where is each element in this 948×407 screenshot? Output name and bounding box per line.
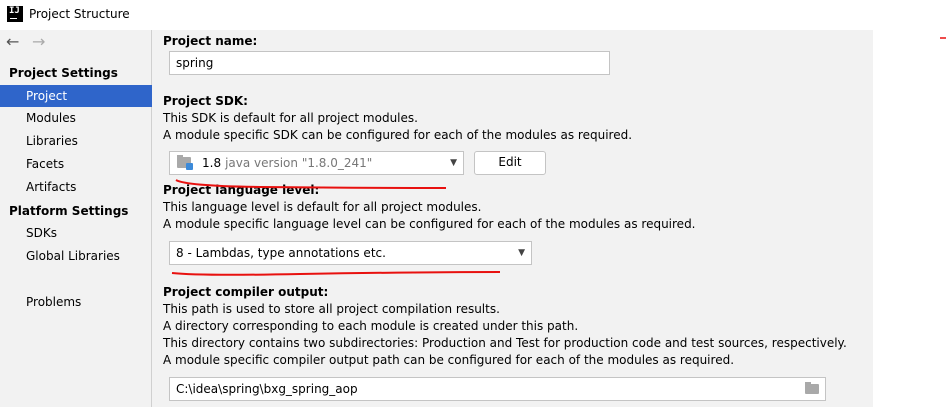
compiler-output-path: C:\idea\spring\bxg_spring_aop (176, 382, 358, 396)
jdk-folder-icon (177, 155, 193, 170)
project-settings-panel: Project name: spring Project SDK: This S… (153, 30, 873, 407)
window-title: Project Structure (29, 7, 130, 21)
sdk-version: 1.8 (202, 156, 222, 170)
compiler-output-path-input[interactable]: C:\idea\spring\bxg_spring_aop (169, 377, 826, 401)
sidebar-item-artifacts[interactable]: Artifacts (0, 176, 152, 198)
sidebar-item-project[interactable]: Project (0, 85, 152, 107)
chevron-down-icon: ▼ (518, 248, 525, 258)
section-platform-settings: Platform Settings (9, 204, 129, 218)
edit-sdk-button[interactable]: Edit (474, 151, 546, 175)
language-level-value: 8 - Lambdas, type annotations etc. (176, 246, 386, 260)
compiler-output-label: Project compiler output: (163, 285, 329, 299)
sidebar-item-modules[interactable]: Modules (0, 107, 152, 129)
sidebar-item-facets[interactable]: Facets (0, 153, 152, 175)
compiler-output-desc-1: This path is used to store all project c… (163, 302, 500, 316)
title-bar: IJ Project Structure (0, 0, 873, 30)
sidebar: ← → Project Settings Project Modules Lib… (0, 30, 152, 407)
project-sdk-desc-1: This SDK is default for all project modu… (163, 111, 418, 125)
language-level-desc-1: This language level is default for all p… (163, 200, 482, 214)
project-name-input[interactable]: spring (169, 51, 610, 75)
back-arrow-icon[interactable]: ← (6, 32, 19, 52)
sidebar-item-libraries[interactable]: Libraries (0, 130, 152, 152)
project-sdk-dropdown[interactable]: 1.8 java version "1.8.0_241" ▼ (169, 151, 464, 175)
sidebar-item-global-libraries[interactable]: Global Libraries (0, 245, 152, 267)
compiler-output-desc-2: A directory corresponding to each module… (163, 319, 579, 333)
sdk-version-detail: java version "1.8.0_241" (225, 156, 373, 170)
language-level-label: Project language level: (163, 183, 320, 197)
language-level-dropdown[interactable]: 8 - Lambdas, type annotations etc. ▼ (169, 241, 532, 265)
compiler-output-desc-4: A module specific compiler output path c… (163, 353, 735, 367)
language-level-desc-2: A module specific language level can be … (163, 217, 696, 231)
chevron-down-icon: ▼ (450, 158, 457, 168)
section-project-settings: Project Settings (9, 66, 118, 80)
sidebar-item-problems[interactable]: Problems (0, 291, 152, 313)
forward-arrow-icon[interactable]: → (32, 32, 45, 52)
compiler-output-desc-3: This directory contains two subdirectori… (163, 336, 847, 350)
intellij-idea-icon: IJ (7, 6, 23, 22)
project-sdk-label: Project SDK: (163, 94, 248, 108)
project-name-label: Project name: (163, 34, 258, 48)
project-structure-window: IJ Project Structure ← → Project Setting… (0, 0, 873, 407)
browse-folder-icon[interactable] (805, 382, 819, 394)
project-sdk-desc-2: A module specific SDK can be configured … (163, 128, 633, 142)
sidebar-item-sdks[interactable]: SDKs (0, 222, 152, 244)
